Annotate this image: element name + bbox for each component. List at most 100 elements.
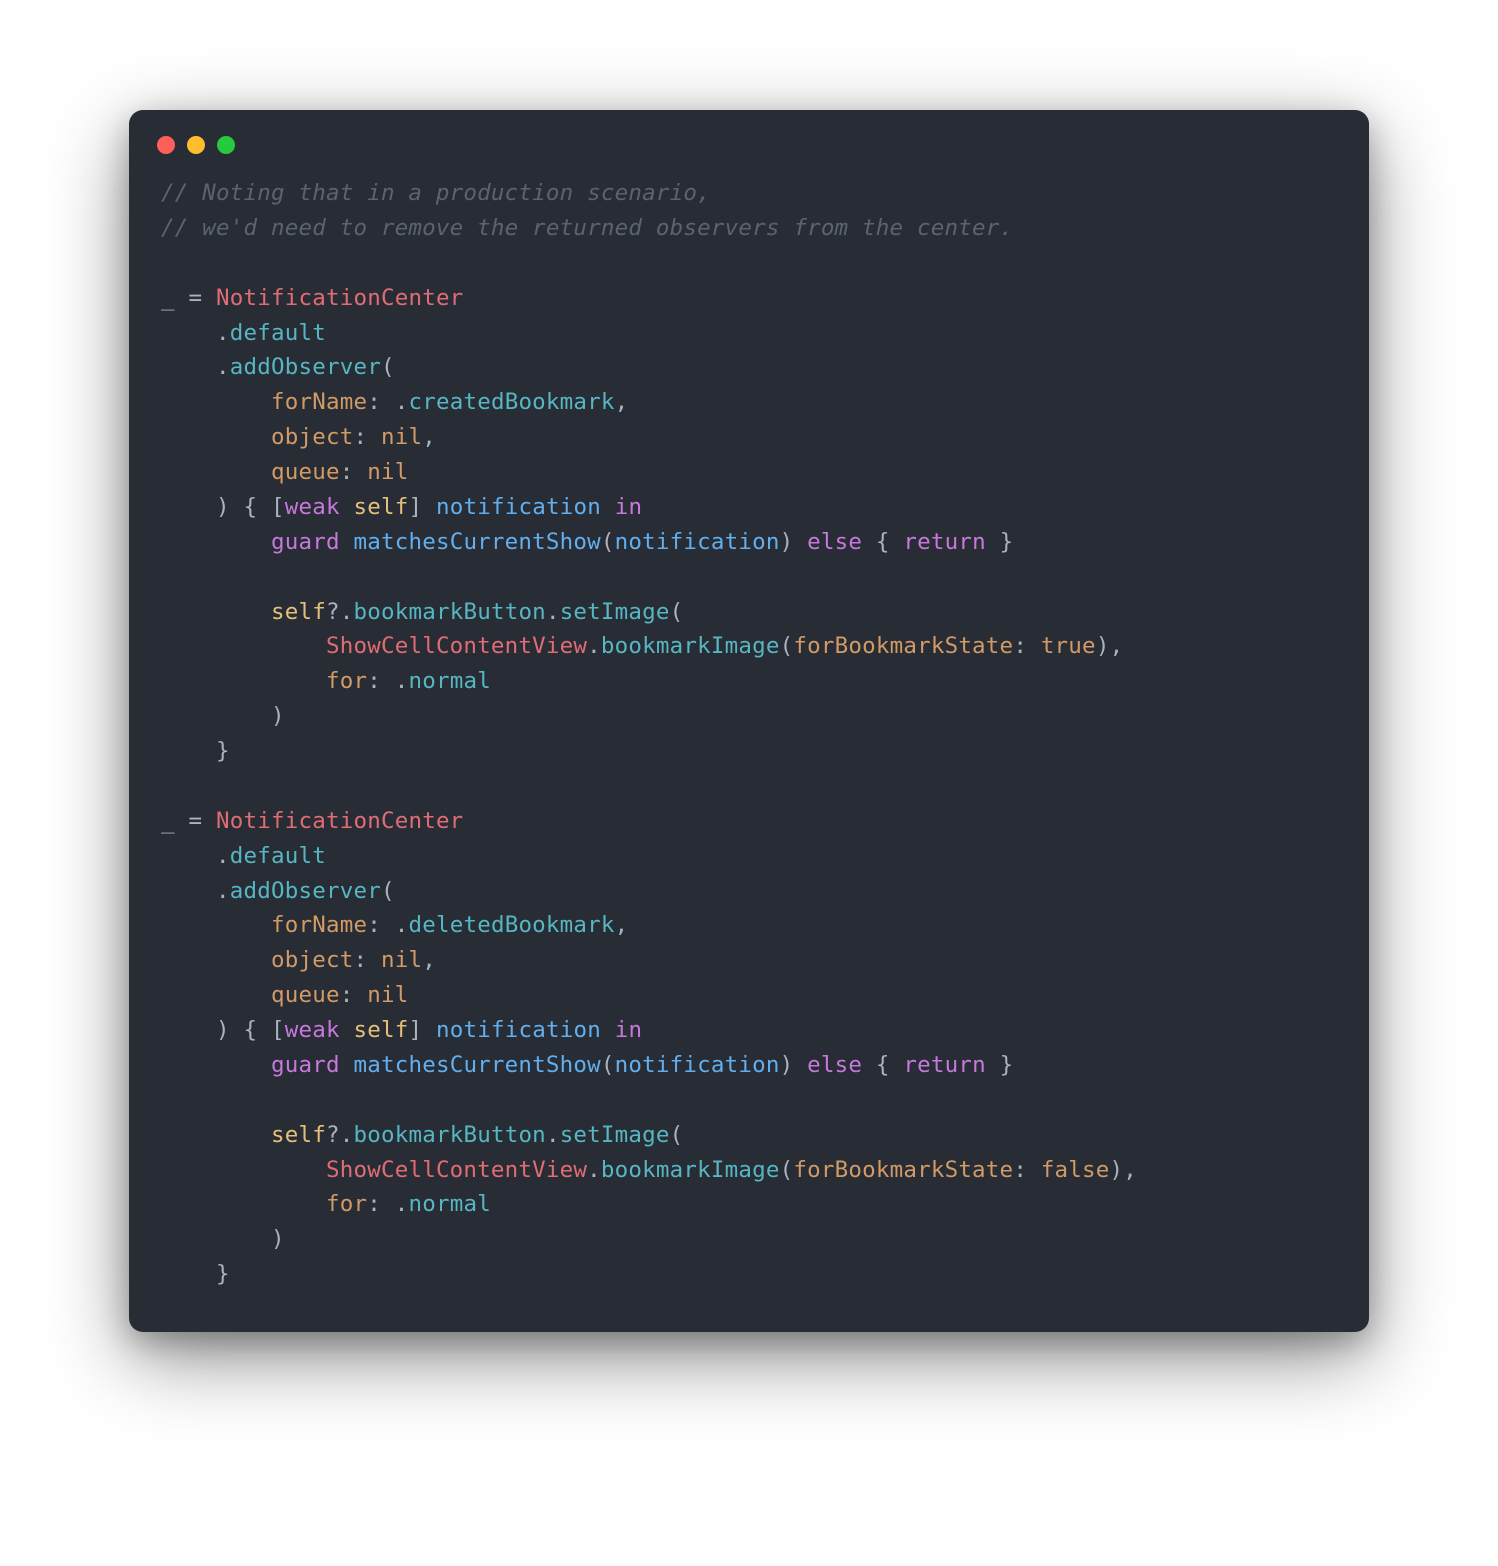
param-label: queue [271, 459, 340, 485]
method: setImage [560, 599, 670, 625]
open-paren: ( [381, 354, 395, 380]
close-paren: ) [216, 494, 230, 520]
colon: : [1013, 1157, 1027, 1183]
self: self [354, 1017, 409, 1043]
open-brace: { [876, 529, 890, 555]
keyword: return [903, 529, 985, 555]
param-label: forName [271, 389, 367, 415]
qmark: ? [326, 1122, 340, 1148]
param-label: object [271, 424, 353, 450]
param-label: for [326, 668, 367, 694]
open-paren: ( [601, 1052, 615, 1078]
type-name: ShowCellContentView [326, 1157, 587, 1183]
keyword: else [807, 529, 862, 555]
prop: default [230, 320, 326, 346]
close-bracket: ] [409, 494, 423, 520]
arg: notification [615, 1052, 780, 1078]
qmark: ? [326, 599, 340, 625]
enum-case: normal [408, 668, 490, 694]
eq: = [175, 808, 216, 834]
close-paren: ) [1110, 1157, 1124, 1183]
type-name: NotificationCenter [216, 285, 463, 311]
keyword: guard [271, 1052, 340, 1078]
keyword: in [615, 494, 643, 520]
method: addObserver [230, 878, 381, 904]
dot: . [587, 633, 601, 659]
dot: . [395, 1191, 409, 1217]
underscore: _ [161, 808, 175, 834]
nil: nil [381, 947, 422, 973]
func-call: matchesCurrentShow [353, 1052, 600, 1078]
open-bracket: [ [271, 1017, 285, 1043]
code-window: // Noting that in a production scenario,… [129, 110, 1369, 1332]
open-paren: ( [381, 878, 395, 904]
open-paren: ( [670, 1122, 684, 1148]
bool: true [1041, 633, 1096, 659]
dot: . [546, 599, 560, 625]
open-paren: ( [601, 529, 615, 555]
self: self [271, 1122, 326, 1148]
param-label: object [271, 947, 353, 973]
nil: nil [367, 982, 408, 1008]
close-paren: ) [780, 1052, 794, 1078]
prop: bookmarkButton [353, 599, 545, 625]
dot: . [216, 354, 230, 380]
colon: : [367, 389, 381, 415]
open-brace: { [244, 1017, 258, 1043]
dot: . [340, 1122, 354, 1148]
enum-case: normal [408, 1191, 490, 1217]
func-call: matchesCurrentShow [353, 529, 600, 555]
keyword: weak [285, 494, 340, 520]
eq: = [175, 285, 216, 311]
enum-case: deletedBookmark [408, 912, 614, 938]
close-paren: ) [780, 529, 794, 555]
open-brace: { [244, 494, 258, 520]
keyword: else [807, 1052, 862, 1078]
open-bracket: [ [271, 494, 285, 520]
minimize-icon[interactable] [187, 136, 205, 154]
close-paren: ) [216, 1017, 230, 1043]
arg: notification [615, 529, 780, 555]
keyword: return [903, 1052, 985, 1078]
zoom-icon[interactable] [217, 136, 235, 154]
close-brace: } [216, 738, 230, 764]
colon: : [340, 982, 354, 1008]
param-label: forName [271, 912, 367, 938]
identifier: notification [436, 494, 601, 520]
self: self [354, 494, 409, 520]
keyword: in [615, 1017, 643, 1043]
comment-line: // Noting that in a production scenario, [161, 180, 711, 206]
colon: : [1013, 633, 1027, 659]
method: addObserver [230, 354, 381, 380]
code-block: // Noting that in a production scenario,… [129, 176, 1369, 1292]
param-label: for [326, 1191, 367, 1217]
colon: : [353, 424, 367, 450]
open-brace: { [876, 1052, 890, 1078]
method: bookmarkImage [601, 1157, 780, 1183]
close-brace: } [1000, 529, 1014, 555]
colon: : [367, 912, 381, 938]
open-paren: ( [670, 599, 684, 625]
comma: , [1110, 633, 1124, 659]
prop: bookmarkButton [353, 1122, 545, 1148]
dot: . [216, 878, 230, 904]
dot: . [395, 389, 409, 415]
close-icon[interactable] [157, 136, 175, 154]
dot: . [395, 912, 409, 938]
comment-line: // we'd need to remove the returned obse… [161, 215, 1013, 241]
bool: false [1041, 1157, 1110, 1183]
keyword: weak [285, 1017, 340, 1043]
self: self [271, 599, 326, 625]
colon: : [340, 459, 354, 485]
comma: , [615, 912, 629, 938]
dot: . [216, 843, 230, 869]
nil: nil [381, 424, 422, 450]
comma: , [422, 424, 436, 450]
keyword: guard [271, 529, 340, 555]
dot: . [587, 1157, 601, 1183]
type-name: ShowCellContentView [326, 633, 587, 659]
identifier: notification [436, 1017, 601, 1043]
close-paren: ) [271, 1226, 285, 1252]
close-bracket: ] [409, 1017, 423, 1043]
dot: . [216, 320, 230, 346]
